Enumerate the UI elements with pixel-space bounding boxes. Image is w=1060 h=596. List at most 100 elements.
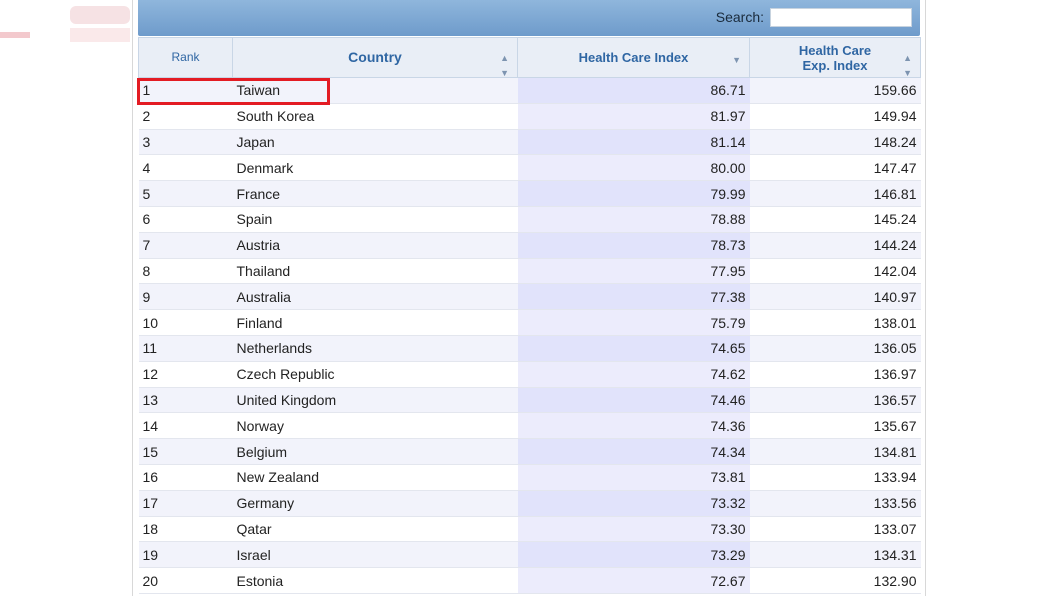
sort-desc-icon: ▼ — [732, 55, 741, 65]
health-care-index-cell: 79.99 — [517, 180, 750, 207]
health-care-exp-index-cell: 136.05 — [749, 335, 921, 362]
column-header-label: Rank — [171, 50, 200, 64]
health-care-index-cell: 78.73 — [517, 232, 750, 259]
rank-cell: 15 — [138, 438, 233, 465]
health-care-exp-index-cell: 134.31 — [749, 541, 921, 569]
table-header-row: Rank Country ▲ ▼ Health Care Index ▼ Health… — [138, 37, 921, 78]
table-row: 15 Belgium 74.34 134.81 — [138, 438, 921, 465]
health-care-index-cell: 74.62 — [517, 361, 750, 388]
table-row: 9 Australia 77.38 140.97 — [138, 283, 921, 311]
rank-cell: 7 — [138, 232, 233, 259]
country-cell: Spain — [232, 206, 518, 233]
health-care-index-cell: 75.79 — [517, 309, 750, 336]
country-cell: Norway — [232, 412, 518, 440]
rank-cell: 18 — [138, 516, 233, 543]
health-care-index-cell: 78.88 — [517, 206, 750, 233]
health-care-exp-index-cell: 136.97 — [749, 361, 921, 388]
health-care-index-cell: 74.65 — [517, 335, 750, 362]
rank-cell: 4 — [138, 154, 233, 182]
health-care-exp-index-cell: 142.04 — [749, 258, 921, 285]
country-cell: Estonia — [232, 567, 518, 594]
rank-cell: 14 — [138, 412, 233, 440]
country-cell: Finland — [232, 309, 518, 336]
country-cell: United Kingdom — [232, 387, 518, 414]
health-care-exp-index-cell: 133.07 — [749, 516, 921, 543]
country-cell: Israel — [232, 541, 518, 569]
rank-cell: 8 — [138, 258, 233, 285]
health-care-index-cell: 81.14 — [517, 129, 750, 156]
rank-cell: 2 — [138, 103, 233, 130]
column-header-health-care-index[interactable]: Health Care Index ▼ — [517, 37, 750, 78]
country-cell: Germany — [232, 490, 518, 517]
health-care-exp-index-cell: 136.57 — [749, 387, 921, 414]
health-care-index-cell: 73.30 — [517, 516, 750, 543]
health-care-exp-index-cell: 140.97 — [749, 283, 921, 311]
health-care-index-cell: 72.67 — [517, 567, 750, 594]
table-row: 19 Israel 73.29 134.31 — [138, 541, 921, 569]
country-cell: Japan — [232, 129, 518, 156]
country-cell: Qatar — [232, 516, 518, 543]
health-care-exp-index-cell: 133.56 — [749, 490, 921, 517]
health-care-index-cell: 74.36 — [517, 412, 750, 440]
health-care-index-cell: 73.29 — [517, 541, 750, 569]
rank-cell: 5 — [138, 180, 233, 207]
rank-cell: 17 — [138, 490, 233, 517]
health-care-exp-index-cell: 149.94 — [749, 103, 921, 130]
column-header-rank[interactable]: Rank — [138, 37, 233, 78]
table-row: 13 United Kingdom 74.46 136.57 — [138, 387, 921, 414]
country-cell: Thailand — [232, 258, 518, 285]
health-care-exp-index-cell: 147.47 — [749, 154, 921, 182]
rank-cell: 3 — [138, 129, 233, 156]
country-cell: Australia — [232, 283, 518, 311]
country-cell: Czech Republic — [232, 361, 518, 388]
health-care-index-cell: 77.95 — [517, 258, 750, 285]
table-row: 18 Qatar 73.30 133.07 — [138, 516, 921, 543]
rank-cell: 1 — [138, 77, 233, 104]
table-row: 7 Austria 78.73 144.24 — [138, 232, 921, 259]
health-care-index-cell: 77.38 — [517, 283, 750, 311]
search-bar: Search: — [138, 0, 920, 36]
table-row: 16 New Zealand 73.81 133.94 — [138, 464, 921, 491]
health-care-index-cell: 73.81 — [517, 464, 750, 491]
sort-both-icon: ▲ ▼ — [903, 53, 912, 78]
table-row: 10 Finland 75.79 138.01 — [138, 309, 921, 336]
rank-cell: 11 — [138, 335, 233, 362]
table-row: 6 Spain 78.88 145.24 — [138, 206, 921, 233]
search-input[interactable] — [770, 8, 912, 27]
health-care-exp-index-cell: 132.90 — [749, 567, 921, 594]
country-cell: Austria — [232, 232, 518, 259]
country-cell: Netherlands — [232, 335, 518, 362]
table-row: 14 Norway 74.36 135.67 — [138, 412, 921, 440]
table-row: 4 Denmark 80.00 147.47 — [138, 154, 921, 182]
rank-cell: 20 — [138, 567, 233, 594]
column-header-label: Health Care Index — [578, 50, 689, 65]
health-care-exp-index-cell: 148.24 — [749, 129, 921, 156]
column-header-health-care-exp-index[interactable]: Health Care Exp. Index ▲ ▼ — [749, 37, 921, 78]
rank-cell: 9 — [138, 283, 233, 311]
column-header-country[interactable]: Country ▲ ▼ — [232, 37, 518, 78]
blurred-shape — [70, 6, 130, 24]
country-cell: South Korea — [232, 103, 518, 130]
rank-cell: 10 — [138, 309, 233, 336]
table-row: 8 Thailand 77.95 142.04 — [138, 258, 921, 285]
blurred-shape — [0, 32, 30, 38]
health-care-index-cell: 80.00 — [517, 154, 750, 182]
health-care-exp-index-cell: 145.24 — [749, 206, 921, 233]
table-row: 2 South Korea 81.97 149.94 — [138, 103, 921, 130]
health-care-exp-index-cell: 159.66 — [749, 77, 921, 104]
health-care-index-cell: 73.32 — [517, 490, 750, 517]
table-row: 12 Czech Republic 74.62 136.97 — [138, 361, 921, 388]
rank-cell: 12 — [138, 361, 233, 388]
rank-cell: 16 — [138, 464, 233, 491]
column-header-label: Country — [348, 49, 402, 65]
health-care-exp-index-cell: 138.01 — [749, 309, 921, 336]
rank-cell: 6 — [138, 206, 233, 233]
country-cell: New Zealand — [232, 464, 518, 491]
ranking-table: Rank Country ▲ ▼ Health Care Index ▼ Health… — [138, 37, 921, 594]
country-cell: France — [232, 180, 518, 207]
search-label: Search: — [715, 9, 764, 25]
table-row: 5 France 79.99 146.81 — [138, 180, 921, 207]
health-care-exp-index-cell: 146.81 — [749, 180, 921, 207]
rank-cell: 19 — [138, 541, 233, 569]
rank-cell: 13 — [138, 387, 233, 414]
